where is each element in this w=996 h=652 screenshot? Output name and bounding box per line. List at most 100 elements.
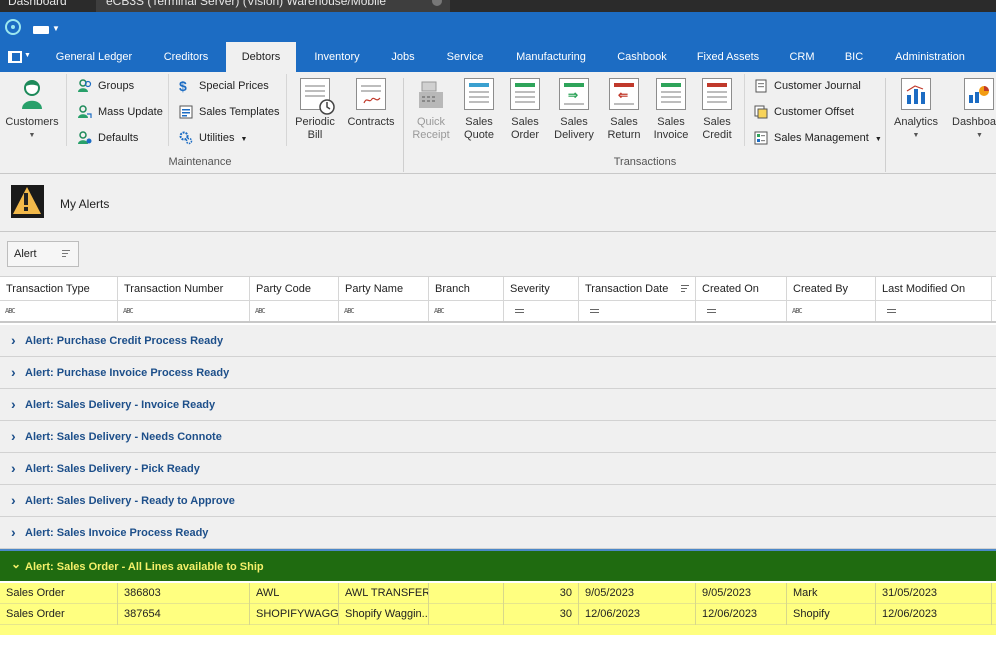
customer-journal-button[interactable]: Customer Journal	[754, 77, 861, 95]
sales-management-button[interactable]: Sales Management ▼	[754, 129, 882, 147]
chevron-down-icon[interactable]: ⌄	[11, 551, 21, 577]
group-row[interactable]: › Alert: Purchase Credit Process Ready	[0, 325, 996, 357]
tab-debtors[interactable]: Debtors	[226, 42, 296, 72]
column-header-party-name[interactable]: Party Name	[339, 277, 429, 301]
equals-filter-icon	[887, 309, 896, 313]
menu-icon[interactable]	[8, 51, 22, 63]
cell-party-name: Shopify Waggin...	[339, 604, 429, 625]
window-tab-dashboard[interactable]: Dashboard	[0, 0, 92, 12]
tab-general-ledger[interactable]: General Ledger	[50, 42, 138, 72]
equals-filter-icon	[515, 309, 524, 313]
sales-invoice-button[interactable]: Sales Invoice	[650, 78, 692, 142]
sort-icon[interactable]	[62, 248, 70, 260]
group-by-alert-chip[interactable]: Alert	[7, 241, 79, 267]
group-row[interactable]: ⌄ Alert: Sales Order - All Lines availabl…	[0, 549, 996, 581]
tab-fixed-assets[interactable]: Fixed Assets	[690, 42, 766, 72]
cell-transaction-date: 9/05/2023	[579, 583, 696, 604]
chevron-right-icon[interactable]: ›	[11, 453, 16, 484]
chevron-right-icon[interactable]: ›	[11, 517, 16, 548]
filter-cell-transaction-date[interactable]	[579, 301, 696, 321]
tab-inventory[interactable]: Inventory	[304, 42, 370, 72]
sales-order-label-2: Order	[510, 129, 540, 141]
groups-button[interactable]: Groups	[78, 77, 134, 95]
cell-branch	[429, 583, 504, 604]
sort-icon[interactable]	[681, 285, 689, 294]
filter-cell-last-modified-on[interactable]	[876, 301, 992, 321]
sales-delivery-button[interactable]: ⇒ Sales Delivery	[552, 78, 596, 142]
column-header-label: Last Modified On	[882, 283, 966, 295]
close-icon[interactable]	[432, 0, 442, 6]
column-header-branch[interactable]: Branch	[429, 277, 504, 301]
tab-administration[interactable]: Administration	[886, 42, 974, 72]
filter-cell-transaction-type[interactable]: ABC	[0, 301, 118, 321]
filter-cell-transaction-number[interactable]: ABC	[118, 301, 250, 321]
customer-offset-button[interactable]: Customer Offset	[754, 103, 854, 121]
sales-return-label-1: Sales	[610, 116, 638, 128]
filter-cell-party-name[interactable]: ABC	[339, 301, 429, 321]
column-header-last-modified-on[interactable]: Last Modified On	[876, 277, 992, 301]
group-row[interactable]: › Alert: Sales Delivery - Pick Ready	[0, 453, 996, 485]
order-icon	[510, 78, 540, 110]
group-by-panel: Alert	[0, 232, 996, 277]
chevron-right-icon[interactable]: ›	[11, 357, 16, 388]
contracts-button[interactable]: Contracts	[345, 78, 397, 129]
chevron-right-icon[interactable]: ›	[11, 485, 16, 516]
window-icon[interactable]	[33, 26, 49, 34]
column-header-transaction-type[interactable]: Transaction Type	[0, 277, 118, 301]
window-tab-session[interactable]: eCB3S (Terminal Server) (Vision) Warehou…	[96, 0, 450, 12]
customer-journal-label: Customer Journal	[774, 80, 861, 92]
chevron-right-icon[interactable]: ›	[11, 325, 16, 356]
group-by-alert-label: Alert	[14, 248, 37, 260]
sales-return-button[interactable]: ⇐ Sales Return	[602, 78, 646, 142]
tab-bic[interactable]: BIC	[838, 42, 870, 72]
contracts-label: Contracts	[347, 116, 395, 128]
filter-cell-created-by[interactable]: ABC	[787, 301, 876, 321]
filter-cell-created-on[interactable]	[696, 301, 787, 321]
group-row[interactable]: › Alert: Purchase Invoice Process Ready	[0, 357, 996, 389]
app-logo-icon[interactable]	[5, 19, 21, 35]
sales-return-label-2: Return	[607, 129, 641, 141]
tab-crm[interactable]: CRM	[782, 42, 822, 72]
column-header-party-code[interactable]: Party Code	[250, 277, 339, 301]
sales-order-button[interactable]: Sales Order	[505, 78, 545, 142]
cell-transaction-number: 387654	[118, 604, 250, 625]
tab-creditors[interactable]: Creditors	[150, 42, 222, 72]
sales-quote-button[interactable]: Sales Quote	[459, 78, 499, 142]
filter-cell-branch[interactable]: ABC	[429, 301, 504, 321]
tab-service[interactable]: Service	[440, 42, 490, 72]
filter-cell-party-code[interactable]: ABC	[250, 301, 339, 321]
filter-cell-severity[interactable]	[504, 301, 579, 321]
periodic-bill-button[interactable]: Periodic Bill	[292, 78, 338, 142]
group-row-label: Alert: Sales Invoice Process Ready	[25, 527, 209, 539]
cell-created-by: Mark	[787, 583, 876, 604]
customers-button[interactable]: Customers ▼	[4, 78, 60, 142]
group-row[interactable]: › Alert: Sales Delivery - Ready to Approv…	[0, 485, 996, 517]
group-row-label: Alert: Sales Delivery - Pick Ready	[25, 463, 200, 475]
analytics-button[interactable]: Analytics ▼	[891, 78, 941, 142]
table-row[interactable]: Sales Order 387654 SHOPIFYWAGG... Shopify W…	[0, 604, 996, 625]
chevron-down-icon[interactable]: ▼	[24, 52, 31, 59]
tab-jobs[interactable]: Jobs	[384, 42, 422, 72]
tab-cashbook[interactable]: Cashbook	[610, 42, 674, 72]
chevron-right-icon[interactable]: ›	[11, 421, 16, 452]
tab-manufacturing[interactable]: Manufacturing	[508, 42, 594, 72]
group-row[interactable]: › Alert: Sales Delivery - Needs Connote	[0, 421, 996, 453]
sales-templates-button[interactable]: Sales Templates	[179, 103, 280, 121]
column-header-created-by[interactable]: Created By	[787, 277, 876, 301]
quick-receipt-button[interactable]: Quick Receipt	[408, 78, 454, 142]
defaults-button[interactable]: Defaults	[78, 129, 138, 147]
sales-credit-button[interactable]: Sales Credit	[697, 78, 737, 142]
dashboards-button[interactable]: Dashboar ▼	[950, 78, 996, 142]
chevron-down-icon[interactable]: ▼	[52, 24, 60, 33]
column-header-severity[interactable]: Severity	[504, 277, 579, 301]
utilities-button[interactable]: Utilities ▼	[179, 129, 247, 147]
column-header-transaction-date[interactable]: Transaction Date	[579, 277, 696, 301]
chevron-right-icon[interactable]: ›	[11, 389, 16, 420]
group-row[interactable]: › Alert: Sales Invoice Process Ready	[0, 517, 996, 549]
group-row[interactable]: › Alert: Sales Delivery - Invoice Ready	[0, 389, 996, 421]
table-row[interactable]: Sales Order 386803 AWL AWL TRANSFER 30 9/05/2…	[0, 583, 996, 604]
special-prices-button[interactable]: $ Special Prices	[179, 77, 269, 95]
column-header-transaction-number[interactable]: Transaction Number	[118, 277, 250, 301]
mass-update-button[interactable]: Mass Update	[78, 103, 163, 121]
column-header-created-on[interactable]: Created On	[696, 277, 787, 301]
